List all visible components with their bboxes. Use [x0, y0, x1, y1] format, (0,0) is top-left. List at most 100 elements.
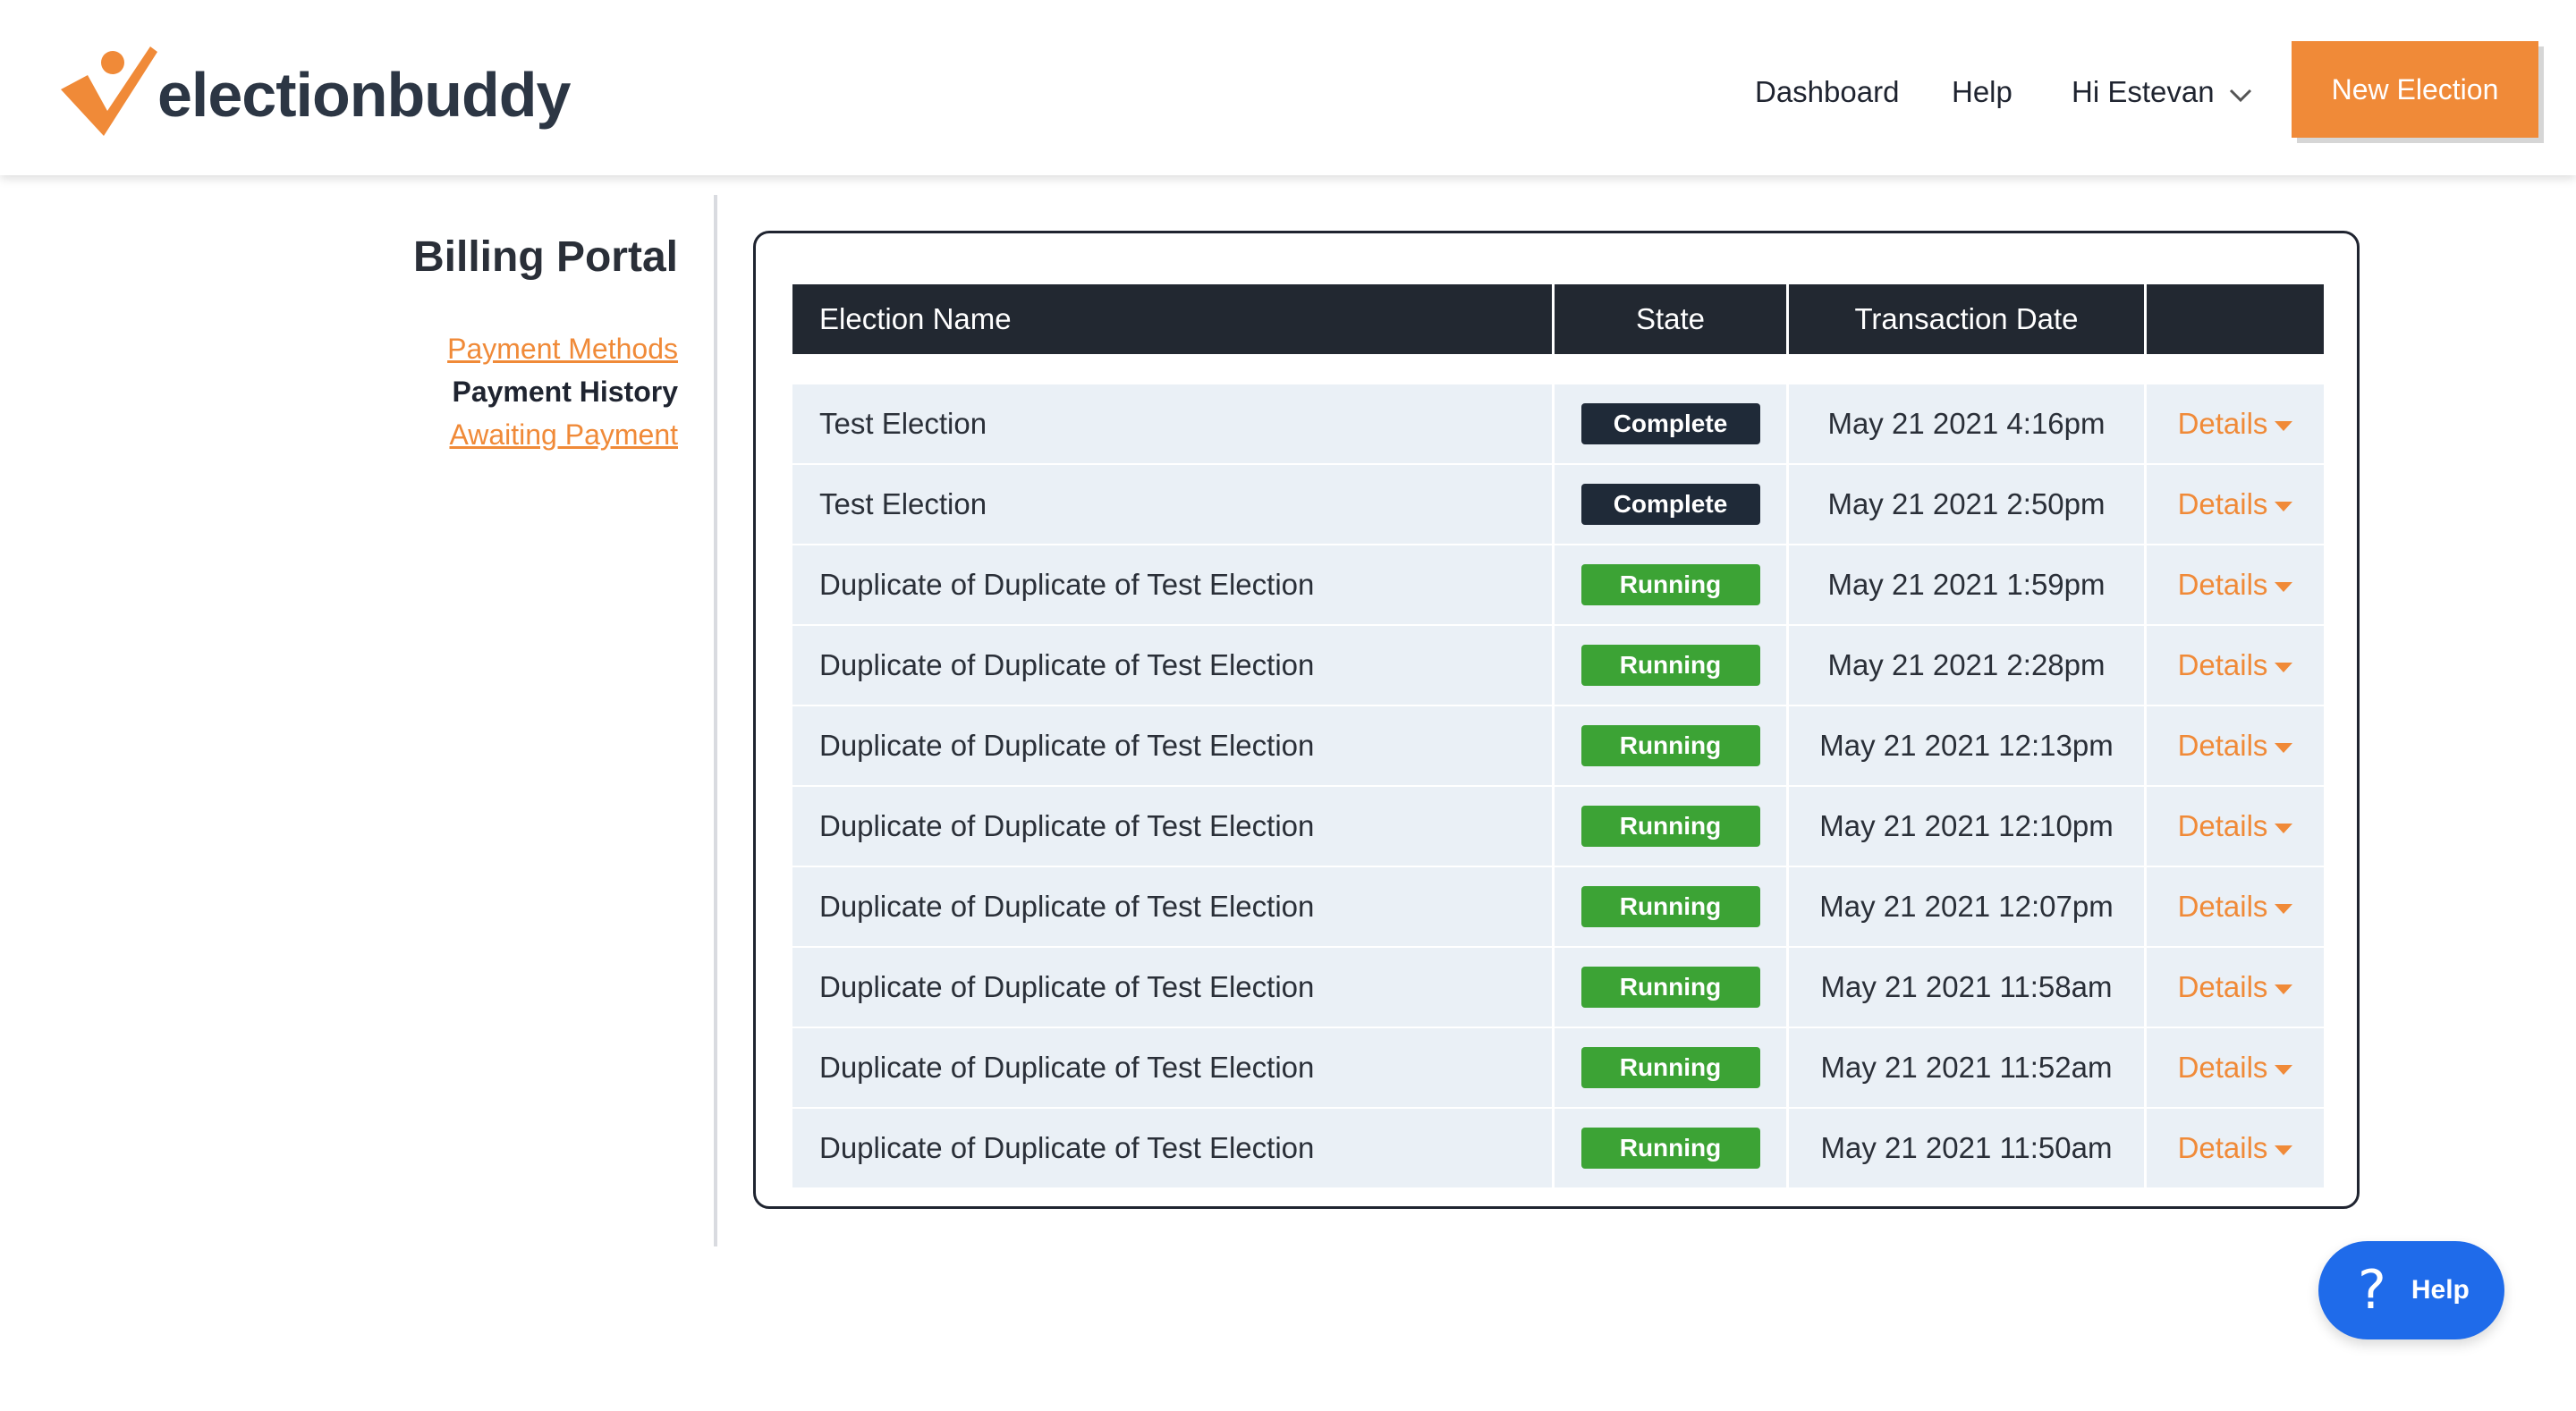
nav-dashboard[interactable]: Dashboard — [1755, 75, 1899, 109]
transaction-date-cell: May 21 2021 11:50am — [1789, 1109, 2147, 1187]
column-header-state: State — [1555, 284, 1789, 354]
caret-down-icon — [2275, 662, 2293, 672]
details-label: Details — [2177, 890, 2268, 923]
caret-down-icon — [2275, 420, 2293, 431]
user-greeting: Hi Estevan — [2072, 75, 2215, 108]
sidebar-item-awaiting-payment[interactable]: Awaiting Payment — [447, 413, 678, 456]
actions-cell: Details — [2147, 384, 2324, 463]
actions-cell: Details — [2147, 706, 2324, 785]
help-widget-label: Help — [2411, 1275, 2470, 1305]
status-badge: Complete — [1580, 484, 1760, 525]
transaction-date-cell: May 21 2021 2:50pm — [1789, 465, 2147, 544]
election-name-cell: Duplicate of Duplicate of Test Election — [792, 867, 1555, 946]
state-cell: Running — [1555, 706, 1789, 785]
caret-down-icon — [2275, 501, 2293, 511]
status-badge: Running — [1580, 725, 1760, 766]
table-row: Duplicate of Duplicate of Test Election R… — [792, 948, 2324, 1028]
transaction-date-cell: May 21 2021 12:07pm — [1789, 867, 2147, 946]
table-row: Test Election Complete May 21 2021 4:16pm D… — [792, 384, 2324, 465]
sidebar-item-payment-methods[interactable]: Payment Methods — [447, 327, 678, 370]
table-row: Duplicate of Duplicate of Test Election R… — [792, 787, 2324, 867]
actions-cell: Details — [2147, 867, 2324, 946]
details-dropdown[interactable]: Details — [2178, 890, 2293, 924]
top-header: electionbuddy Dashboard Help Hi Estevan … — [0, 0, 2576, 175]
state-cell: Complete — [1555, 384, 1789, 463]
table-row: Duplicate of Duplicate of Test Election R… — [792, 626, 2324, 706]
sidebar-divider — [714, 195, 717, 1246]
caret-down-icon — [2275, 984, 2293, 994]
status-badge: Running — [1580, 806, 1760, 847]
actions-cell: Details — [2147, 626, 2324, 705]
details-dropdown[interactable]: Details — [2178, 729, 2293, 763]
status-badge: Running — [1580, 564, 1760, 605]
details-dropdown[interactable]: Details — [2178, 809, 2293, 843]
state-cell: Running — [1555, 626, 1789, 705]
details-dropdown[interactable]: Details — [2178, 970, 2293, 1004]
election-name-cell: Duplicate of Duplicate of Test Election — [792, 948, 1555, 1027]
question-mark-icon: ? — [2358, 1259, 2386, 1322]
details-label: Details — [2177, 487, 2268, 520]
details-dropdown[interactable]: Details — [2178, 1131, 2293, 1165]
caret-down-icon — [2275, 742, 2293, 753]
details-label: Details — [2177, 1051, 2268, 1084]
election-name-cell: Duplicate of Duplicate of Test Election — [792, 1109, 1555, 1187]
state-cell: Running — [1555, 867, 1789, 946]
help-widget-button[interactable]: ? Help — [2318, 1241, 2504, 1339]
election-name-cell: Duplicate of Duplicate of Test Election — [792, 706, 1555, 785]
state-cell: Running — [1555, 1028, 1789, 1107]
election-name-cell: Test Election — [792, 465, 1555, 544]
transaction-date-cell: May 21 2021 12:13pm — [1789, 706, 2147, 785]
details-label: Details — [2177, 729, 2268, 762]
caret-down-icon — [2275, 823, 2293, 833]
details-dropdown[interactable]: Details — [2178, 487, 2293, 521]
actions-cell: Details — [2147, 545, 2324, 624]
details-label: Details — [2177, 568, 2268, 601]
nav-help[interactable]: Help — [1952, 75, 2012, 109]
election-name-cell: Duplicate of Duplicate of Test Election — [792, 626, 1555, 705]
state-cell: Running — [1555, 787, 1789, 866]
details-dropdown[interactable]: Details — [2178, 648, 2293, 682]
checkmark-person-logo-icon — [61, 46, 157, 136]
details-label: Details — [2177, 1131, 2268, 1164]
logo[interactable]: electionbuddy — [57, 43, 571, 139]
caret-down-icon — [2275, 581, 2293, 592]
transaction-date-cell: May 21 2021 1:59pm — [1789, 545, 2147, 624]
election-name-cell: Duplicate of Duplicate of Test Election — [792, 1028, 1555, 1107]
sidebar-item-payment-history[interactable]: Payment History — [447, 370, 678, 413]
state-cell: Running — [1555, 948, 1789, 1027]
caret-down-icon — [2275, 1145, 2293, 1155]
details-label: Details — [2177, 407, 2268, 440]
caret-down-icon — [2275, 903, 2293, 914]
logo-text: electionbuddy — [157, 60, 571, 130]
details-dropdown[interactable]: Details — [2178, 568, 2293, 602]
column-header-actions — [2147, 284, 2324, 354]
status-badge: Running — [1580, 1128, 1760, 1169]
table-row: Duplicate of Duplicate of Test Election R… — [792, 1028, 2324, 1109]
table-header: Election Name State Transaction Date — [792, 284, 2324, 354]
transaction-date-cell: May 21 2021 2:28pm — [1789, 626, 2147, 705]
state-cell: Complete — [1555, 465, 1789, 544]
state-cell: Running — [1555, 545, 1789, 624]
state-cell: Running — [1555, 1109, 1789, 1187]
status-badge: Complete — [1580, 403, 1760, 444]
new-election-button[interactable]: New Election — [2292, 41, 2538, 138]
details-dropdown[interactable]: Details — [2178, 1051, 2293, 1085]
actions-cell: Details — [2147, 1028, 2324, 1107]
actions-cell: Details — [2147, 948, 2324, 1027]
status-badge: Running — [1580, 967, 1760, 1008]
actions-cell: Details — [2147, 465, 2324, 544]
actions-cell: Details — [2147, 787, 2324, 866]
status-badge: Running — [1580, 1047, 1760, 1088]
user-menu[interactable]: Hi Estevan — [2072, 75, 2254, 109]
caret-down-icon — [2275, 1064, 2293, 1075]
table-row: Duplicate of Duplicate of Test Election R… — [792, 867, 2324, 948]
details-dropdown[interactable]: Details — [2178, 407, 2293, 441]
table-row: Duplicate of Duplicate of Test Election R… — [792, 545, 2324, 626]
chevron-down-icon — [2229, 89, 2251, 103]
page-title: Billing Portal — [412, 233, 678, 281]
table-body: Test Election Complete May 21 2021 4:16pm D… — [792, 384, 2324, 1189]
table-row: Duplicate of Duplicate of Test Election R… — [792, 706, 2324, 787]
column-header-election-name: Election Name — [792, 284, 1555, 354]
actions-cell: Details — [2147, 1109, 2324, 1187]
status-badge: Running — [1580, 645, 1760, 686]
